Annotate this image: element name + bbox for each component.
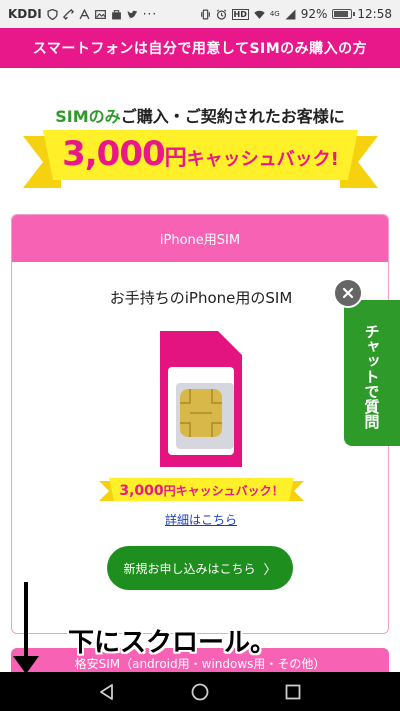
battery-percent: 92% <box>300 7 328 21</box>
cashback-banner: 3,000円キャッシュバック! <box>23 128 378 196</box>
alarm-icon <box>216 8 227 20</box>
page-header-title: スマートフォンは自分で用意してSIMのみ購入の方 <box>32 41 368 57</box>
chat-button[interactable]: チャットで質問 <box>344 300 400 446</box>
chat-button-label: チャットで質問 <box>362 323 381 429</box>
chevron-right-icon: 〉 <box>263 562 277 578</box>
cashback-banner-text: 3,000円キャッシュバック! <box>23 134 378 174</box>
navigation-bar <box>0 672 400 711</box>
page-header: スマートフォンは自分で用意してSIMのみ購入の方 <box>0 28 400 68</box>
recents-button[interactable] <box>279 678 307 706</box>
status-right: HD 4G 92% 12:58 <box>200 7 392 21</box>
shield-icon <box>47 8 58 20</box>
recents-icon <box>285 684 301 699</box>
battery-icon <box>332 9 356 19</box>
iphone-sim-card: iPhone用SIM お手持ちのiPhone用のSIM 3,000円キャッシュバ… <box>11 214 389 634</box>
home-icon <box>191 683 209 700</box>
cashback-amount: 3,000 <box>62 134 166 174</box>
card-header: iPhone用SIM <box>12 215 388 262</box>
image-icon <box>94 9 106 20</box>
chat-close-button[interactable] <box>333 278 363 308</box>
status-bar: KDDI ··· HD 4G 92% 12:58 <box>0 0 400 28</box>
link-icon <box>62 8 74 20</box>
hd-badge: HD <box>231 8 249 20</box>
next-section-label: 格安SIM（android用・windows用・その他） <box>74 657 326 671</box>
promo-subtitle-highlight: SIMのみ <box>55 107 121 126</box>
card-cashback-ribbon: 3,000円キャッシュバック！ <box>99 477 304 505</box>
more-notifications: ··· <box>142 7 158 21</box>
back-icon <box>99 683 113 700</box>
signal-icon <box>285 9 296 20</box>
apply-button-label: 新規お申し込みはこちら <box>123 561 256 576</box>
wifi-icon <box>254 9 265 20</box>
promo-subtitle: SIMのみご購入・ご契約されたお客様に <box>0 103 400 127</box>
clock: 12:58 <box>357 7 392 21</box>
cashback-yen: 円 <box>164 146 187 171</box>
cashback-label: キャッシュバック! <box>186 149 339 170</box>
battery-fill <box>334 11 349 17</box>
sim-card-image <box>160 331 242 467</box>
home-button[interactable] <box>186 678 214 706</box>
close-icon <box>342 287 354 299</box>
back-button[interactable] <box>93 678 121 706</box>
promo-subtitle-text: ご購入・ご契約されたお客様に <box>120 107 345 126</box>
vibrate-icon <box>200 8 211 20</box>
bag-icon <box>111 9 122 20</box>
card-cashback-amount: 3,000 <box>119 483 164 499</box>
a-icon <box>79 8 90 20</box>
card-cashback-yen: 円 <box>163 484 176 498</box>
card-ribbon-text: 3,000円キャッシュバック！ <box>99 482 304 499</box>
scroll-arrow-shaft <box>24 582 28 662</box>
network-type: 4G <box>269 10 280 18</box>
card-cashback-label: キャッシュバック！ <box>175 484 284 498</box>
twitter-icon <box>127 9 138 20</box>
details-link[interactable]: 詳細はこちら <box>12 511 388 528</box>
scroll-instruction: 下にスクロール。 <box>68 628 277 658</box>
carrier-label: KDDI <box>8 7 42 21</box>
apply-button[interactable]: 新規お申し込みはこちら 〉 <box>107 546 293 590</box>
status-left: KDDI ··· <box>8 7 157 21</box>
card-header-label: iPhone用SIM <box>159 233 241 248</box>
